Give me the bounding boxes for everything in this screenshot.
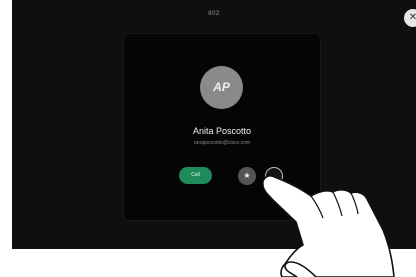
contact-card: AP Anita Poscotto ranaposcotto@cisco.com… (124, 34, 320, 220)
close-icon: ✕ (408, 12, 416, 23)
device-screen: 802 ✕ AP Anita Poscotto ranaposcotto@cis… (12, 0, 416, 249)
close-button[interactable]: ✕ (404, 9, 416, 27)
more-button[interactable]: … (265, 167, 283, 185)
status-title: 802 (208, 11, 220, 17)
contact-address: ranaposcotto@cisco.com (193, 140, 251, 146)
avatar: AP (200, 66, 243, 109)
more-icon: … (270, 171, 278, 180)
star-icon: ★ (243, 171, 251, 180)
favorite-button[interactable]: ★ (238, 167, 256, 185)
contact-name: Anita Poscotto (192, 126, 252, 136)
call-button[interactable]: Call (179, 167, 212, 184)
